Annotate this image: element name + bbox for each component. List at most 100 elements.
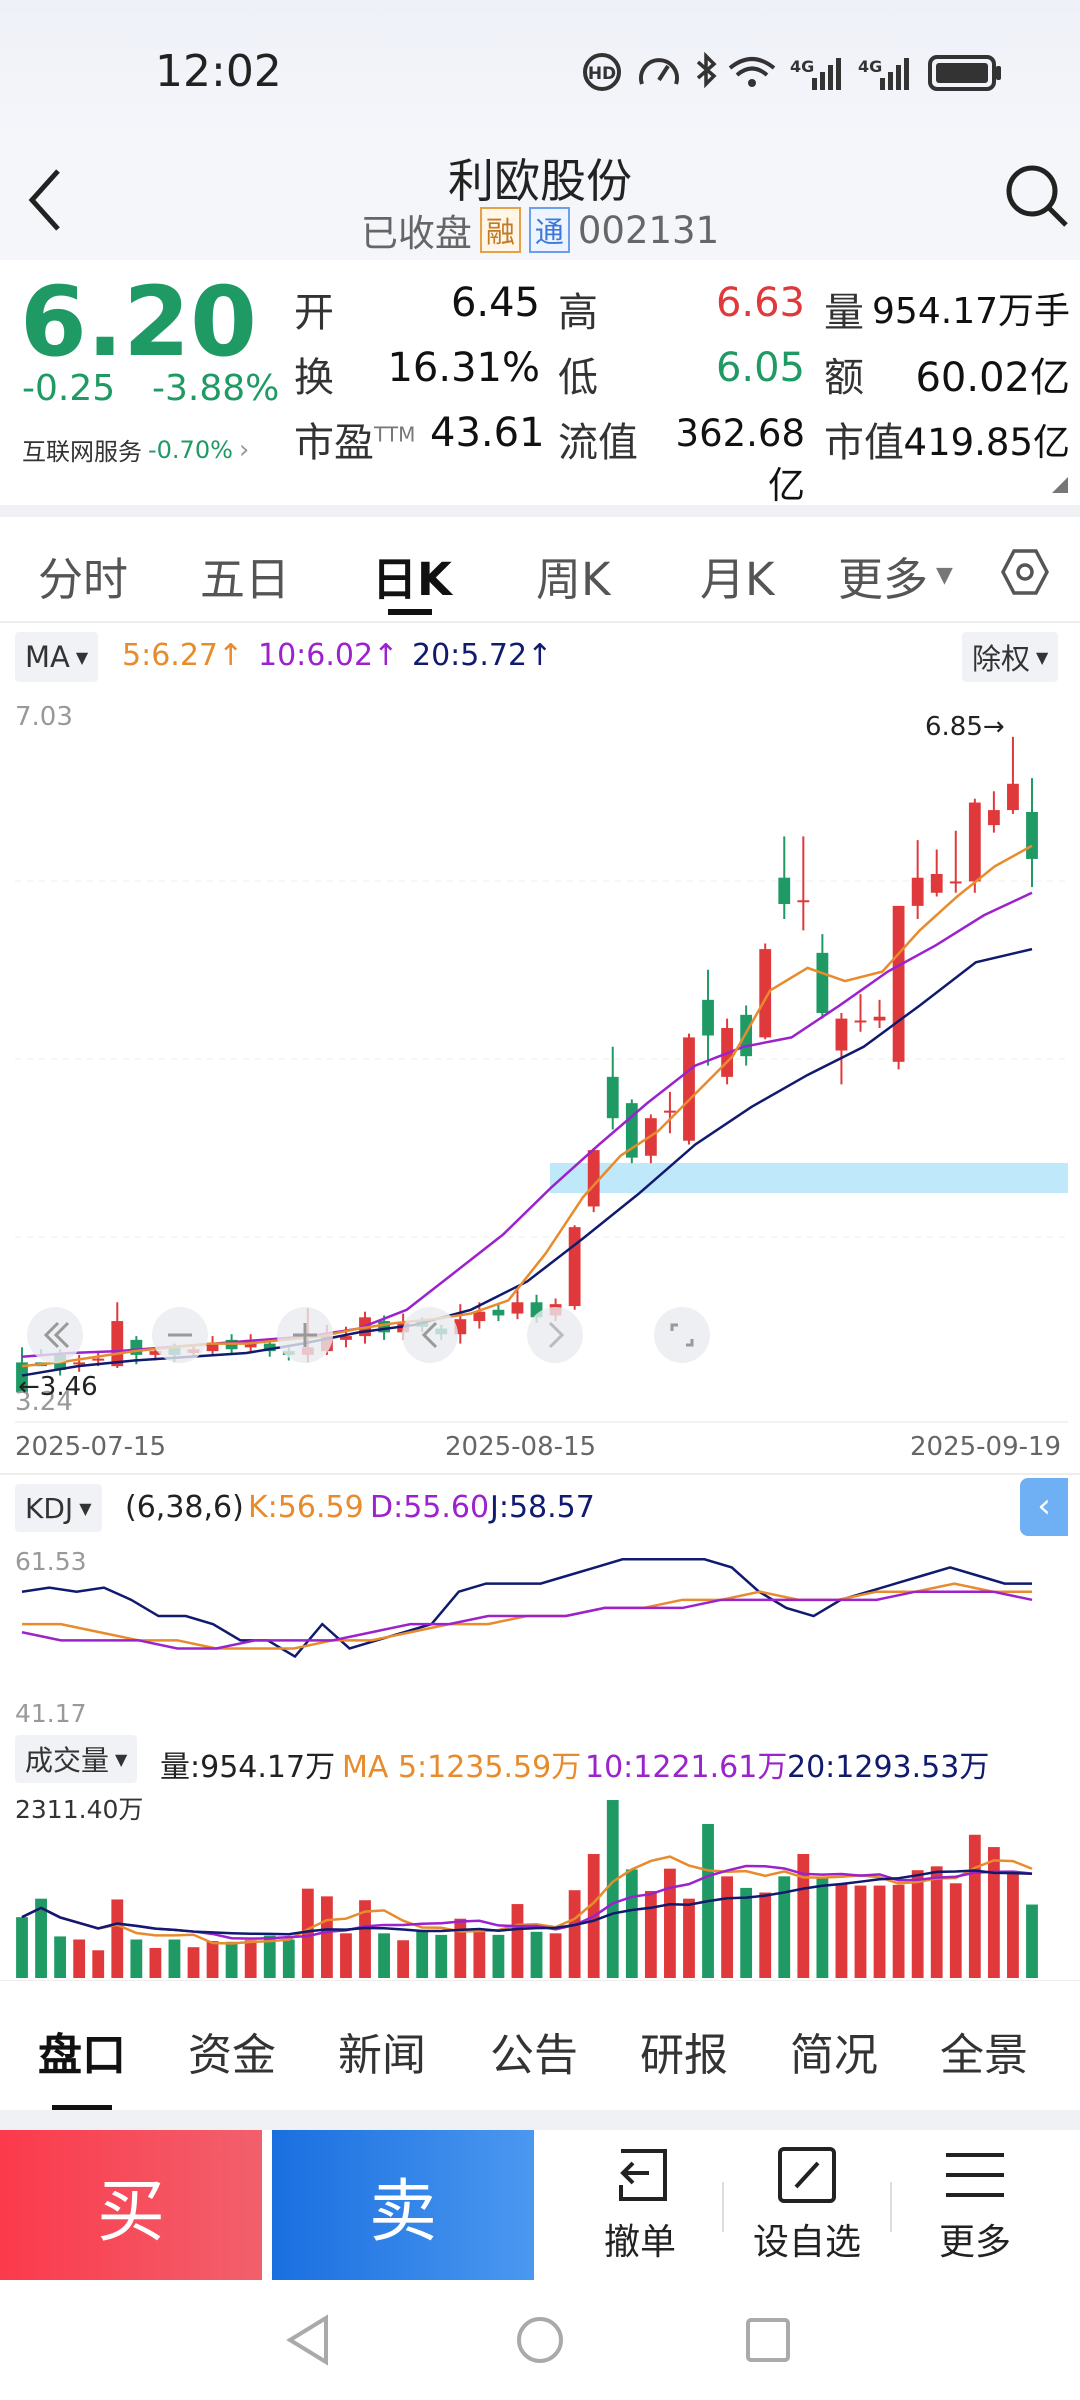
tab-news[interactable]: 新闻 <box>338 2019 426 2083</box>
volume-bar <box>54 1936 67 1978</box>
expand-corner-icon[interactable] <box>1050 475 1070 495</box>
sell-button[interactable]: 卖 <box>272 2130 534 2280</box>
caret-down-icon: ▼ <box>79 1498 92 1518</box>
search-icon[interactable] <box>1004 163 1070 229</box>
price-change-pct: -3.88% <box>152 368 280 409</box>
settings-hex-icon[interactable] <box>1000 547 1050 597</box>
pe-value: 43.61 <box>430 410 545 456</box>
nav-back-icon[interactable] <box>282 2314 334 2366</box>
tab-more[interactable]: 更多 ▼ <box>838 543 953 608</box>
volume-bar <box>911 1870 924 1978</box>
candle-body <box>1007 783 1019 811</box>
candle-body <box>968 802 981 882</box>
low-label: 低 <box>558 355 598 401</box>
status-icons: HD 4G 4G <box>583 51 1001 91</box>
nav-home-icon[interactable] <box>514 2314 566 2366</box>
sector-pct: -0.70% <box>148 435 233 464</box>
divider <box>722 2182 724 2232</box>
buy-button[interactable]: 买 <box>0 2130 262 2280</box>
more-button[interactable]: 更多 <box>900 2140 1050 2270</box>
ma-lines <box>21 844 1033 1377</box>
svg-text:HD: HD <box>588 64 616 84</box>
candle-body <box>835 1018 848 1051</box>
market-status: 已收盘 <box>360 212 472 255</box>
volume-bar <box>206 1941 219 1978</box>
nav-recents-icon[interactable] <box>744 2316 792 2364</box>
cancel-order-button[interactable]: 撤单 <box>565 2140 715 2270</box>
candle-body <box>73 1362 86 1365</box>
menu-icon <box>946 2153 1004 2197</box>
quote-panel: 6.20 -0.25 -3.88% 互联网服务 -0.70% › 开 6.45 … <box>0 260 1080 507</box>
ma5-line <box>21 844 1033 1368</box>
candle-body <box>949 881 962 884</box>
candle-body <box>854 1020 867 1023</box>
candle-body <box>587 1150 600 1207</box>
stock-code: 002131 <box>577 208 720 252</box>
candle-body <box>1026 811 1038 859</box>
system-nav <box>0 2280 1080 2400</box>
divider <box>0 2110 1080 2130</box>
ma-selector[interactable]: MA ▼ <box>15 632 99 682</box>
high-marker: 6.85→ <box>925 712 1005 742</box>
bluetooth-icon <box>696 51 717 89</box>
volume-bar <box>968 1834 981 1978</box>
tab-announcements[interactable]: 公告 <box>490 2019 578 2083</box>
adjust-selector[interactable]: 除权 ▼ <box>962 632 1059 682</box>
kdj-axis-min: 41.17 <box>15 1699 87 1728</box>
tab-research[interactable]: 研报 <box>640 2019 728 2083</box>
add-watchlist-button[interactable]: 设自选 <box>732 2140 882 2270</box>
volume-bar <box>301 1888 314 1978</box>
candlestick-chart[interactable]: 7.03 3.24 6.85→ ←3.46 2025-07-15 2025-08… <box>0 695 1080 1465</box>
tab-five-day[interactable]: 五日 <box>200 543 290 608</box>
zoom-out-button[interactable] <box>152 1307 208 1363</box>
volume-bar <box>282 1939 295 1978</box>
wifi-icon <box>728 57 776 87</box>
tab-profile[interactable]: 简况 <box>790 2019 878 2083</box>
tab-order-book[interactable]: 盘口 <box>38 2019 126 2083</box>
volume-selector[interactable]: 成交量 ▼ <box>15 1735 138 1783</box>
sector-link[interactable]: 互联网服务 -0.70% › <box>22 432 249 467</box>
kdj-chart[interactable]: 61.53 41.17 <box>0 1540 1080 1730</box>
rewind-button[interactable] <box>27 1307 83 1363</box>
scroll-right-button[interactable] <box>527 1307 583 1363</box>
edit-icon <box>778 2147 836 2203</box>
volume-bar <box>854 1885 867 1978</box>
collapse-panel-button[interactable]: ‹ <box>1020 1478 1068 1536</box>
stock-subtitle: 已收盘 融 通 002131 <box>0 203 1080 257</box>
tab-daily-k[interactable]: 日K <box>372 543 452 608</box>
volume-chart[interactable]: 2311.40万 <box>0 1790 1080 1980</box>
tab-weekly-k[interactable]: 周K <box>536 543 611 608</box>
volume-bar <box>721 1876 734 1978</box>
candle-body <box>702 999 714 1036</box>
battery-icon <box>928 55 1001 91</box>
tab-intraday[interactable]: 分时 <box>38 543 128 608</box>
float-cap-value: 362.68亿 <box>675 412 805 507</box>
caret-down-icon: ▼ <box>936 563 953 588</box>
volume-bar <box>416 1930 429 1978</box>
info-tabs: 盘口 资金 新闻 公告 研报 简况 全景 <box>0 1980 1080 2111</box>
tab-capital[interactable]: 资金 <box>188 2019 276 2083</box>
candle-body <box>92 1358 105 1361</box>
fullscreen-button[interactable] <box>654 1307 710 1363</box>
action-bar: 买 卖 撤单 设自选 更多 <box>0 2130 1080 2280</box>
amount-value: 60.02亿 <box>915 355 1070 401</box>
kdj-params: (6,38,6) <box>125 1490 244 1525</box>
tab-overview[interactable]: 全景 <box>940 2019 1028 2083</box>
volume-bar <box>549 1933 562 1978</box>
kdj-axis-max: 61.53 <box>15 1547 87 1576</box>
volume-bar <box>397 1940 410 1978</box>
ma10-line <box>21 891 1033 1359</box>
high-value: 6.63 <box>715 280 805 326</box>
zoom-in-button[interactable] <box>277 1307 333 1363</box>
tab-monthly-k[interactable]: 月K <box>700 543 775 608</box>
volume-bar <box>168 1939 181 1978</box>
price-axis-max: 7.03 <box>15 702 73 732</box>
kdj-k-value: K:56.59 <box>248 1490 364 1525</box>
volume-bar <box>320 1896 333 1978</box>
scroll-left-button[interactable] <box>402 1307 458 1363</box>
candle-body <box>740 1014 753 1057</box>
kdj-j-value: J:58.57 <box>490 1490 595 1525</box>
candle-body <box>111 1321 124 1367</box>
kdj-selector[interactable]: KDJ ▼ <box>15 1484 102 1532</box>
undo-doc-icon <box>619 2149 667 2201</box>
